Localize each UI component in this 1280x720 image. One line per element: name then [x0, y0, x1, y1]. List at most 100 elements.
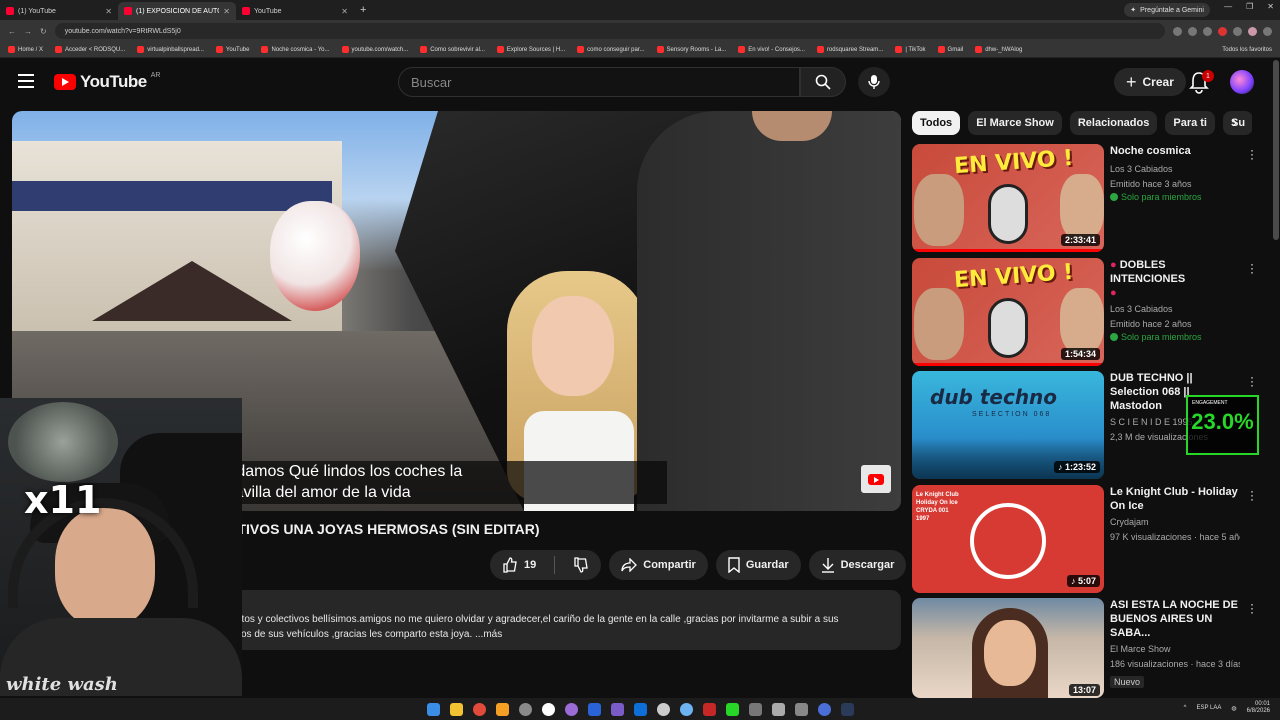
recommendation-title[interactable]: ASI ESTA LA NOCHE DE BUENOS AIRES UN SAB… [1110, 598, 1240, 640]
steam-icon[interactable] [840, 702, 854, 716]
minimize-icon[interactable]: — [1224, 2, 1232, 11]
app-icon[interactable] [518, 702, 532, 716]
clock[interactable]: 00:01 6/8/2026 [1247, 701, 1270, 715]
more-vertical-icon[interactable]: · · · [1250, 485, 1256, 505]
recommendation-item[interactable]: EN VIVO ! 2:33:41 Noche cosmica Los 3 Ca… [912, 144, 1262, 252]
bookmark-item[interactable]: dhw-_hWAlog [975, 46, 1022, 53]
like-button[interactable]: 19 [490, 550, 548, 580]
app-icon[interactable] [541, 702, 555, 716]
app-icon[interactable] [748, 702, 762, 716]
chevron-right-icon[interactable]: › [1232, 114, 1237, 132]
network-icon[interactable]: ◍ [1231, 705, 1236, 712]
bookmark-star-icon[interactable] [1203, 26, 1212, 36]
bookmark-item[interactable]: | TikTok [895, 46, 926, 53]
search-button[interactable] [800, 67, 846, 97]
video-description[interactable]: utos y colectivos bellísimos.amigos no m… [236, 590, 901, 650]
video-thumbnail[interactable]: dub techno SELECTION 068 ♪ 1:23:52 [912, 371, 1104, 479]
video-thumbnail[interactable]: 13:07 [912, 598, 1104, 698]
close-window-icon[interactable]: ✕ [1267, 2, 1274, 11]
chip-para-ti[interactable]: Para ti [1165, 111, 1215, 135]
youtube-logo[interactable]: YouTube AR [54, 72, 160, 92]
forward-icon[interactable]: → [24, 27, 32, 36]
close-tab-icon[interactable]: ✕ [341, 7, 348, 16]
chip-relacionados[interactable]: Relacionados [1069, 111, 1158, 135]
close-tab-icon[interactable]: ✕ [223, 7, 230, 16]
video-thumbnail[interactable]: Le Knight Club Holiday On Ice CRYDA 001 … [912, 485, 1104, 593]
photoshop-icon[interactable] [633, 702, 647, 716]
channel-name[interactable]: El Marce Show [1110, 642, 1240, 657]
youtube-watermark-icon[interactable] [861, 465, 891, 493]
browser-tab-active[interactable]: (1) EXPOSICION DE AUTOS ✕ [118, 2, 236, 20]
maximize-icon[interactable]: ❐ [1246, 2, 1253, 11]
recommendation-title[interactable]: Noche cosmica [1110, 144, 1240, 158]
url-field[interactable]: youtube.com/watch?v=9RtRWLdS5j0 [54, 23, 1165, 39]
recommendation-title[interactable]: Le Knight Club - Holiday On Ice [1110, 485, 1240, 513]
browser-tab[interactable]: YouTube ✕ [236, 2, 354, 20]
app-icon[interactable] [702, 702, 716, 716]
account-avatar[interactable] [1230, 70, 1254, 94]
app-icon[interactable] [725, 702, 739, 716]
close-tab-icon[interactable]: ✕ [105, 7, 112, 16]
chrome-icon[interactable] [472, 702, 486, 716]
extension-icon[interactable] [1173, 26, 1182, 36]
all-bookmarks-button[interactable]: Todos los favoritos [1222, 47, 1272, 53]
bookmark-item[interactable]: YouTube [215, 46, 249, 53]
bookmark-item[interactable]: Acceder < RODSQU... [55, 46, 125, 53]
share-button[interactable]: Compartir [609, 550, 708, 580]
back-icon[interactable]: ← [8, 27, 16, 36]
app-icon[interactable] [564, 702, 578, 716]
bookmark-item[interactable]: rodsquaree Stream... [816, 46, 883, 53]
create-button[interactable]: + Crear [1114, 68, 1186, 96]
app-icon[interactable] [817, 702, 831, 716]
chip-subscriptions[interactable]: Su [1223, 111, 1252, 135]
channel-name[interactable]: Los 3 Cabiados [1110, 302, 1240, 317]
video-thumbnail[interactable]: EN VIVO ! 1:54:34 [912, 258, 1104, 366]
file-explorer-icon[interactable] [449, 702, 463, 716]
bookmark-item[interactable]: Noche cosmica - Yo... [261, 46, 330, 53]
more-vertical-icon[interactable]: · · · [1250, 144, 1256, 164]
more-vertical-icon[interactable]: · · · [1250, 258, 1256, 278]
bookmark-item[interactable]: Sensory Rooms - La... [656, 46, 726, 53]
bookmark-item[interactable]: virtualpinballspread... [137, 46, 204, 53]
obs-icon[interactable] [656, 702, 670, 716]
recommendation-item[interactable]: Le Knight Club Holiday On Ice CRYDA 001 … [912, 485, 1262, 593]
more-vertical-icon[interactable]: · · · [1250, 598, 1256, 618]
vscode-icon[interactable] [587, 702, 601, 716]
gemini-button[interactable]: ✦ Pregúntale a Gemini [1124, 3, 1210, 17]
recommendation-item[interactable]: EN VIVO ! 1:54:34 ● DOBLES INTENCIONES ● … [912, 258, 1262, 366]
app-icon[interactable] [610, 702, 624, 716]
video-thumbnail[interactable]: EN VIVO ! 2:33:41 [912, 144, 1104, 252]
bookmark-item[interactable]: como conseguir par... [577, 46, 645, 53]
dislike-button[interactable] [561, 550, 601, 580]
browser-tab[interactable]: (1) YouTube ✕ [0, 2, 118, 20]
bookmark-item[interactable]: youtube.com/watch... [341, 46, 408, 53]
chip-el-marce-show[interactable]: El Marce Show [968, 111, 1062, 135]
profile-icon[interactable] [1248, 26, 1257, 36]
voice-search-button[interactable] [858, 67, 890, 97]
bookmark-item[interactable]: Home / X [8, 46, 43, 53]
channel-name[interactable]: Los 3 Cabiados [1110, 162, 1240, 177]
app-icon[interactable] [771, 702, 785, 716]
download-button[interactable]: Descargar [808, 550, 907, 580]
bookmark-item[interactable]: En vivo! - Consejos... [738, 46, 805, 53]
new-tab-icon[interactable]: + [360, 4, 366, 16]
reload-icon[interactable]: ↻ [40, 27, 47, 36]
tray-chevron-icon[interactable]: ^ [1184, 705, 1187, 711]
language-indicator[interactable]: ESP LAA [1196, 705, 1221, 711]
app-icon[interactable] [794, 702, 808, 716]
search-app-icon[interactable] [495, 702, 509, 716]
scrollbar-thumb[interactable] [1273, 60, 1279, 240]
recommendation-title[interactable]: ● DOBLES INTENCIONES ● [1110, 258, 1240, 300]
more-vertical-icon[interactable]: · · · [1250, 371, 1256, 391]
search-input[interactable]: Buscar [398, 67, 800, 97]
bookmark-item[interactable]: Gmail [937, 46, 963, 53]
chip-todos[interactable]: Todos [912, 111, 961, 135]
save-button[interactable]: Guardar [715, 550, 801, 580]
start-icon[interactable] [426, 702, 440, 716]
extension-icon[interactable] [1218, 26, 1227, 36]
extension-icon[interactable] [1233, 26, 1242, 36]
extension-icon[interactable] [1188, 26, 1197, 36]
channel-name[interactable]: Crydajam [1110, 515, 1240, 530]
recommendation-item[interactable]: 13:07 ASI ESTA LA NOCHE DE BUENOS AIRES … [912, 598, 1262, 698]
bookmark-item[interactable]: Explore Sources | H... [496, 46, 565, 53]
